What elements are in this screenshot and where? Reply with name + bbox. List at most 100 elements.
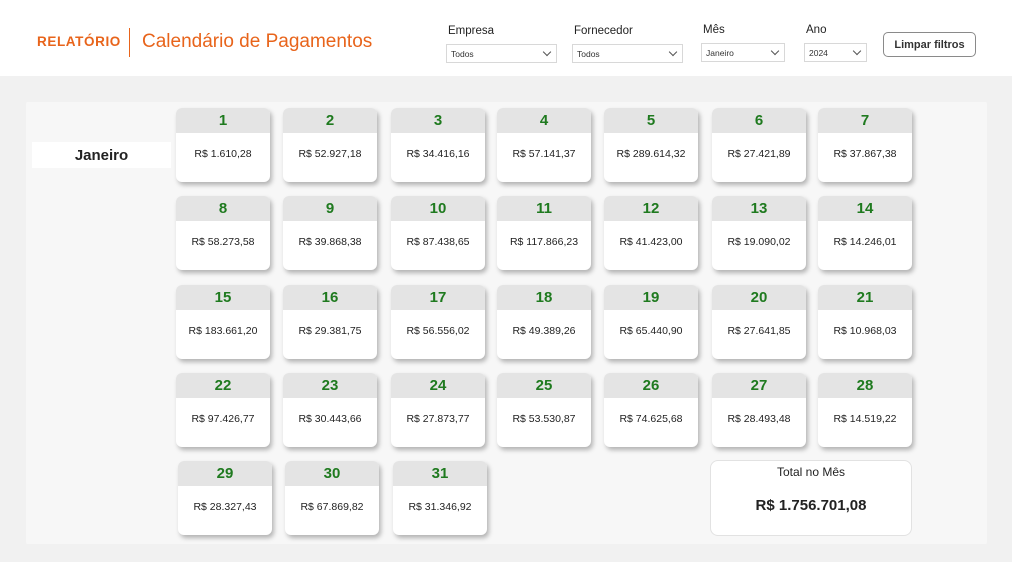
ano-filter-label: Ano bbox=[806, 24, 827, 36]
day-card[interactable]: 29 R$ 28.327,43 bbox=[178, 461, 272, 535]
day-card[interactable]: 18 R$ 49.389,26 bbox=[497, 285, 591, 359]
day-number: 18 bbox=[497, 285, 591, 310]
day-number: 13 bbox=[712, 196, 806, 221]
day-number: 22 bbox=[176, 373, 270, 398]
day-card[interactable]: 28 R$ 14.519,22 bbox=[818, 373, 912, 447]
day-card[interactable]: 21 R$ 10.968,03 bbox=[818, 285, 912, 359]
day-card[interactable]: 8 R$ 58.273,58 bbox=[176, 196, 270, 270]
chevron-down-icon bbox=[542, 47, 552, 57]
day-amount: R$ 14.519,22 bbox=[833, 412, 897, 425]
day-number: 15 bbox=[176, 285, 270, 310]
day-number: 5 bbox=[604, 108, 698, 133]
day-card[interactable]: 30 R$ 67.869,82 bbox=[285, 461, 379, 535]
day-amount: R$ 49.389,26 bbox=[512, 324, 576, 337]
day-card[interactable]: 5 R$ 289.614,32 bbox=[604, 108, 698, 182]
header-bar: RELATÓRIO Calendário de Pagamentos Empre… bbox=[0, 0, 1012, 76]
day-card[interactable]: 27 R$ 28.493,48 bbox=[712, 373, 806, 447]
day-number: 26 bbox=[604, 373, 698, 398]
day-amount: R$ 117.866,23 bbox=[509, 235, 579, 248]
day-number: 25 bbox=[497, 373, 591, 398]
day-card[interactable]: 19 R$ 65.440,90 bbox=[604, 285, 698, 359]
month-label: Janeiro bbox=[32, 142, 171, 168]
ano-dropdown[interactable]: 2024 bbox=[804, 43, 867, 62]
day-card[interactable]: 10 R$ 87.438,65 bbox=[391, 196, 485, 270]
day-amount: R$ 27.641,85 bbox=[727, 324, 791, 337]
day-number: 14 bbox=[818, 196, 912, 221]
fornecedor-dropdown-value: Todos bbox=[577, 49, 600, 59]
fornecedor-dropdown[interactable]: Todos bbox=[572, 44, 683, 63]
day-number: 7 bbox=[818, 108, 912, 133]
ano-dropdown-value: 2024 bbox=[809, 48, 828, 58]
day-card[interactable]: 14 R$ 14.246,01 bbox=[818, 196, 912, 270]
day-card[interactable]: 13 R$ 19.090,02 bbox=[712, 196, 806, 270]
day-amount: R$ 37.867,38 bbox=[833, 147, 897, 160]
day-card[interactable]: 24 R$ 27.873,77 bbox=[391, 373, 485, 447]
mes-filter-label: Mês bbox=[703, 24, 725, 36]
day-number: 19 bbox=[604, 285, 698, 310]
day-number: 10 bbox=[391, 196, 485, 221]
mes-dropdown[interactable]: Janeiro bbox=[701, 43, 785, 62]
day-number: 28 bbox=[818, 373, 912, 398]
day-amount: R$ 31.346,92 bbox=[408, 500, 472, 513]
day-number: 17 bbox=[391, 285, 485, 310]
day-number: 9 bbox=[283, 196, 377, 221]
chevron-down-icon bbox=[770, 46, 780, 56]
empresa-dropdown[interactable]: Todos bbox=[446, 44, 557, 63]
day-amount: R$ 10.968,03 bbox=[833, 324, 897, 337]
day-amount: R$ 58.273,58 bbox=[191, 235, 255, 248]
day-card[interactable]: 3 R$ 34.416,16 bbox=[391, 108, 485, 182]
mes-dropdown-value: Janeiro bbox=[706, 48, 734, 58]
chevron-down-icon bbox=[852, 46, 862, 56]
day-card[interactable]: 16 R$ 29.381,75 bbox=[283, 285, 377, 359]
day-amount: R$ 30.443,66 bbox=[298, 412, 362, 425]
day-card[interactable]: 7 R$ 37.867,38 bbox=[818, 108, 912, 182]
day-number: 20 bbox=[712, 285, 806, 310]
fornecedor-filter-label: Fornecedor bbox=[574, 25, 633, 37]
day-amount: R$ 53.530,87 bbox=[512, 412, 576, 425]
day-number: 21 bbox=[818, 285, 912, 310]
day-card[interactable]: 20 R$ 27.641,85 bbox=[712, 285, 806, 359]
day-amount: R$ 14.246,01 bbox=[833, 235, 897, 248]
day-number: 2 bbox=[283, 108, 377, 133]
day-card[interactable]: 2 R$ 52.927,18 bbox=[283, 108, 377, 182]
day-number: 30 bbox=[285, 461, 379, 486]
day-amount: R$ 57.141,37 bbox=[512, 147, 576, 160]
day-card[interactable]: 25 R$ 53.530,87 bbox=[497, 373, 591, 447]
day-amount: R$ 289.614,32 bbox=[616, 147, 686, 160]
day-card[interactable]: 11 R$ 117.866,23 bbox=[497, 196, 591, 270]
day-amount: R$ 19.090,02 bbox=[727, 235, 791, 248]
day-amount: R$ 34.416,16 bbox=[406, 147, 470, 160]
day-number: 6 bbox=[712, 108, 806, 133]
day-card[interactable]: 6 R$ 27.421,89 bbox=[712, 108, 806, 182]
clear-filters-button[interactable]: Limpar filtros bbox=[883, 32, 976, 57]
day-card[interactable]: 4 R$ 57.141,37 bbox=[497, 108, 591, 182]
day-card[interactable]: 15 R$ 183.661,20 bbox=[176, 285, 270, 359]
day-card[interactable]: 12 R$ 41.423,00 bbox=[604, 196, 698, 270]
day-amount: R$ 27.421,89 bbox=[727, 147, 791, 160]
day-amount: R$ 183.661,20 bbox=[188, 324, 258, 337]
day-number: 4 bbox=[497, 108, 591, 133]
day-card[interactable]: 31 R$ 31.346,92 bbox=[393, 461, 487, 535]
day-card[interactable]: 23 R$ 30.443,66 bbox=[283, 373, 377, 447]
day-number: 8 bbox=[176, 196, 270, 221]
day-number: 23 bbox=[283, 373, 377, 398]
day-amount: R$ 87.438,65 bbox=[406, 235, 470, 248]
day-number: 31 bbox=[393, 461, 487, 486]
day-amount: R$ 28.493,48 bbox=[727, 412, 791, 425]
day-card[interactable]: 26 R$ 74.625,68 bbox=[604, 373, 698, 447]
day-card[interactable]: 17 R$ 56.556,02 bbox=[391, 285, 485, 359]
day-number: 29 bbox=[178, 461, 272, 486]
day-amount: R$ 27.873,77 bbox=[406, 412, 470, 425]
day-amount: R$ 74.625,68 bbox=[619, 412, 683, 425]
day-card[interactable]: 9 R$ 39.868,38 bbox=[283, 196, 377, 270]
day-number: 16 bbox=[283, 285, 377, 310]
day-card[interactable]: 22 R$ 97.426,77 bbox=[176, 373, 270, 447]
day-amount: R$ 52.927,18 bbox=[298, 147, 362, 160]
total-value: R$ 1.756.701,08 bbox=[755, 497, 867, 514]
header-divider bbox=[129, 28, 130, 57]
day-amount: R$ 56.556,02 bbox=[406, 324, 470, 337]
day-amount: R$ 67.869,82 bbox=[300, 500, 364, 513]
day-card[interactable]: 1 R$ 1.610,28 bbox=[176, 108, 270, 182]
chevron-down-icon bbox=[668, 47, 678, 57]
page-title: Calendário de Pagamentos bbox=[142, 31, 373, 52]
